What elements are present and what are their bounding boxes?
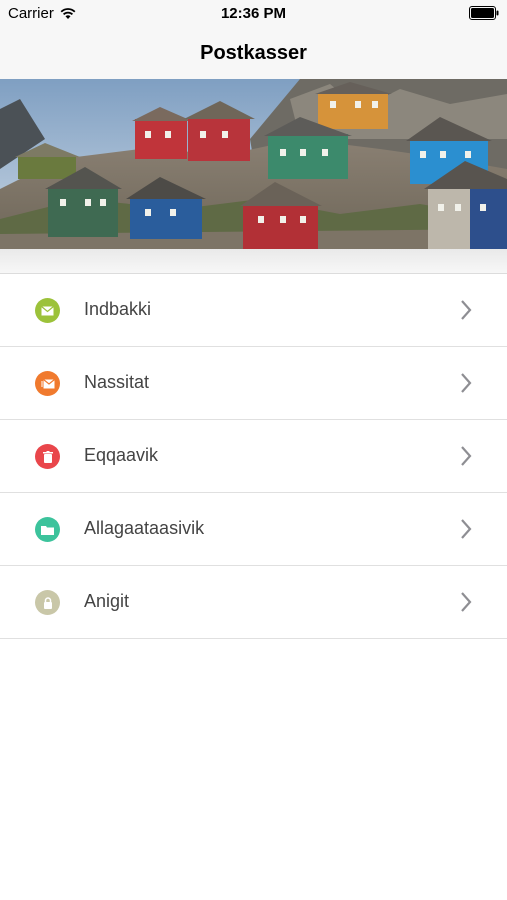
- lock-icon: [35, 590, 60, 615]
- header-banner-image: [0, 79, 507, 249]
- mailbox-label: Allagaataasivik: [84, 518, 205, 538]
- page-title: Postkasser: [200, 42, 307, 64]
- mailbox-list: Indbakki Nassitat Eqqaavik Allagaataasiv…: [0, 274, 507, 639]
- chevron-right-icon: [461, 373, 472, 393]
- mailbox-label: Anigit: [84, 591, 130, 611]
- navigation-bar: Postkasser: [0, 28, 507, 79]
- mailbox-label: Nassitat: [84, 372, 150, 392]
- mailbox-row-archive[interactable]: Allagaataasivik: [0, 493, 507, 566]
- chevron-right-icon: [461, 446, 472, 466]
- list-header-spacer: [0, 249, 507, 274]
- mailbox-label: Indbakki: [84, 299, 152, 319]
- folder-icon: [35, 517, 60, 542]
- mailbox-row-trash[interactable]: Eqqaavik: [0, 420, 507, 493]
- battery-icon: [469, 6, 499, 20]
- mailbox-row-inbox[interactable]: Indbakki: [0, 274, 507, 347]
- mailbox-row-sent[interactable]: Nassitat: [0, 347, 507, 420]
- envelope-icon: [35, 298, 60, 323]
- trash-icon: [35, 444, 60, 469]
- chevron-right-icon: [461, 300, 472, 320]
- chevron-right-icon: [461, 519, 472, 539]
- chevron-right-icon: [461, 592, 472, 612]
- mailbox-label: Eqqaavik: [84, 445, 159, 465]
- send-icon: [35, 371, 60, 396]
- mailbox-row-locked[interactable]: Anigit: [0, 566, 507, 639]
- status-time: 12:36 PM: [220, 5, 287, 22]
- status-bar: Carrier 12:36 PM: [0, 0, 507, 28]
